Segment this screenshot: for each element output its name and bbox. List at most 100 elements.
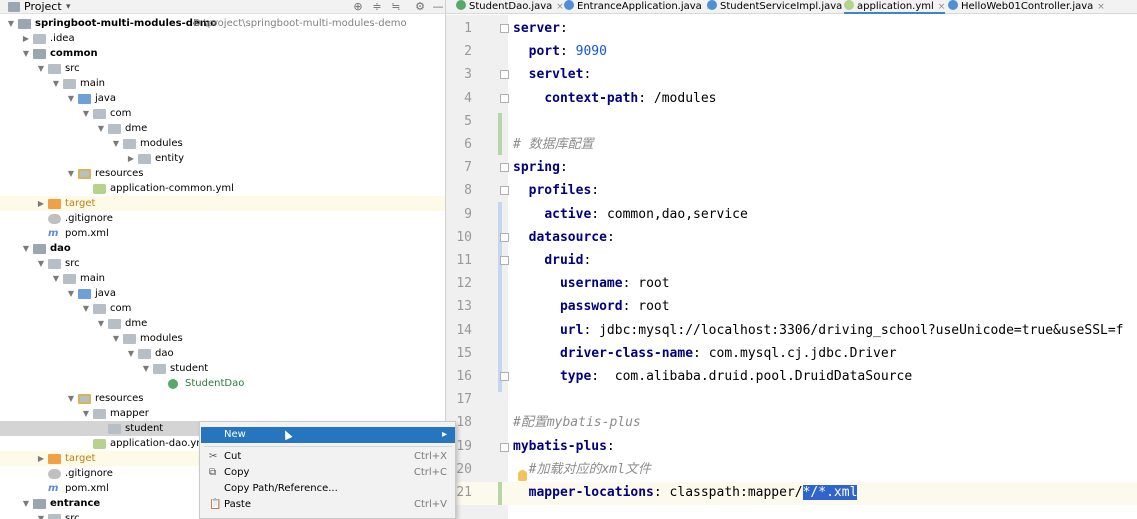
fold-marker-icon[interactable] xyxy=(500,163,509,172)
menu-item-copy-path[interactable]: Copy Path/Reference... xyxy=(201,481,455,497)
code-line[interactable]: # 数据库配置 xyxy=(513,133,594,156)
tree-row[interactable]: ▶ entity xyxy=(0,151,445,166)
code-line[interactable]: url: jdbc:mysql://localhost:3306/driving… xyxy=(513,319,1124,342)
code-line[interactable]: password: root xyxy=(513,295,670,318)
fold-marker-icon[interactable] xyxy=(500,256,509,265)
chevron-down-icon[interactable]: ▼ xyxy=(51,76,61,91)
lightbulb-icon[interactable] xyxy=(518,470,527,481)
code-line[interactable]: driver-class-name: com.mysql.cj.jdbc.Dri… xyxy=(513,342,897,365)
code-line[interactable]: mybatis-plus: xyxy=(513,435,615,458)
tree-row[interactable]: ▼ java xyxy=(0,91,445,106)
code-line[interactable]: #配置mybatis-plus xyxy=(513,411,641,434)
locate-icon[interactable]: ⊕ xyxy=(351,0,365,14)
close-icon[interactable]: × xyxy=(938,2,946,12)
tree-row[interactable]: ▼ mapper xyxy=(0,406,445,421)
close-icon[interactable]: × xyxy=(556,2,564,12)
tree-row[interactable]: ▼ dao xyxy=(0,346,445,361)
chevron-down-icon[interactable]: ▼ xyxy=(21,46,31,61)
expand-all-icon[interactable]: ≑ xyxy=(370,0,384,14)
vcs-change-marker[interactable] xyxy=(498,113,502,155)
chevron-right-icon[interactable]: ▶ xyxy=(36,196,46,211)
code-line[interactable]: server: xyxy=(513,17,568,40)
vcs-change-marker[interactable] xyxy=(498,202,502,392)
tree-row[interactable]: StudentDao xyxy=(0,376,445,391)
code-line[interactable]: active: common,dao,service xyxy=(513,203,748,226)
tree-row[interactable]: ▼ src xyxy=(0,61,445,76)
editor-tab[interactable]: application.yml × xyxy=(844,0,946,14)
code-line[interactable]: servlet: xyxy=(513,63,592,86)
fold-marker-icon[interactable] xyxy=(500,186,509,195)
project-panel-title[interactable]: Project xyxy=(24,0,62,14)
tree-row[interactable]: ▼ modules xyxy=(0,331,445,346)
chevron-right-icon[interactable]: ▶ xyxy=(21,31,31,46)
tree-row[interactable]: ▼ resources xyxy=(0,166,445,181)
tree-row[interactable]: .gitignore xyxy=(0,211,445,226)
hide-icon[interactable]: — xyxy=(431,0,445,14)
chevron-down-icon[interactable]: ▼ xyxy=(36,511,46,519)
chevron-down-icon[interactable]: ▼ xyxy=(111,136,121,151)
chevron-down-icon[interactable]: ▼ xyxy=(81,406,91,421)
menu-item-copy[interactable]: ⧉ Copy Ctrl+C xyxy=(201,465,455,481)
code-line[interactable]: spring: xyxy=(513,156,568,179)
tree-row[interactable]: ▼ com xyxy=(0,301,445,316)
chevron-down-icon[interactable]: ▼ xyxy=(66,91,76,106)
collapse-all-icon[interactable]: ≒ xyxy=(389,0,403,14)
chevron-right-icon[interactable]: ▶ xyxy=(36,451,46,466)
menu-item-cut[interactable]: ✂ Cut Ctrl+X xyxy=(201,449,455,465)
editor-tab[interactable]: HelloWeb01Controller.java × xyxy=(948,0,1105,14)
menu-item-paste[interactable]: 📋 Paste Ctrl+V xyxy=(201,497,455,513)
tree-row[interactable]: ▶ target xyxy=(0,196,445,211)
tree-row[interactable]: ▼ dao xyxy=(0,241,445,256)
tree-row[interactable]: ▼ dme xyxy=(0,316,445,331)
chevron-right-icon[interactable]: ▶ xyxy=(126,151,136,166)
tree-row[interactable]: application-common.yml xyxy=(0,181,445,196)
code-line[interactable]: context-path: /modules xyxy=(513,87,716,110)
fold-marker-icon[interactable] xyxy=(500,372,509,381)
tree-row[interactable]: ▶ .idea xyxy=(0,31,445,46)
tree-row[interactable]: ▼ java xyxy=(0,286,445,301)
chevron-down-icon[interactable]: ▼ xyxy=(21,496,31,511)
gear-icon[interactable]: ⚙ xyxy=(413,0,427,14)
chevron-down-icon[interactable]: ▼ xyxy=(51,271,61,286)
chevron-down-icon[interactable]: ▼ xyxy=(126,346,136,361)
code-line[interactable]: #加载对应的xml文件 xyxy=(513,458,651,481)
tree-row[interactable]: ▼ dme xyxy=(0,121,445,136)
fold-marker-icon[interactable] xyxy=(500,233,509,242)
chevron-down-icon[interactable]: ▼ xyxy=(36,256,46,271)
chevron-down-icon[interactable]: ▼ xyxy=(96,121,106,136)
tree-row[interactable]: ▼ src xyxy=(0,256,445,271)
fold-marker-icon[interactable] xyxy=(500,24,509,33)
code-line[interactable]: port: 9090 xyxy=(513,40,607,63)
code-line[interactable]: datasource: xyxy=(513,226,615,249)
tree-row[interactable]: ▼ resources xyxy=(0,391,445,406)
tree-row[interactable]: ▼ main xyxy=(0,76,445,91)
tree-row[interactable]: ▼ springboot-multi-modules-demo D:\project… xyxy=(0,16,445,31)
chevron-down-icon[interactable]: ▼ xyxy=(66,166,76,181)
chevron-down-icon[interactable]: ▼ xyxy=(81,106,91,121)
editor-tab[interactable]: EntranceApplication.java× xyxy=(564,0,713,14)
chevron-down-icon[interactable]: ▼ xyxy=(141,361,151,376)
tree-row[interactable]: ▼ common xyxy=(0,46,445,61)
fold-marker-icon[interactable] xyxy=(500,70,509,79)
chevron-down-icon[interactable]: ▼ xyxy=(96,316,106,331)
chevron-down-icon[interactable]: ▼ xyxy=(66,391,76,406)
tree-row[interactable]: ▼ student xyxy=(0,361,445,376)
fold-marker-icon[interactable] xyxy=(500,443,509,452)
tree-row[interactable]: ▼ modules xyxy=(0,136,445,151)
chevron-down-icon[interactable]: ▼ xyxy=(36,61,46,76)
code-line[interactable]: mapper-locations: classpath:mapper/*/*.x… xyxy=(513,481,858,504)
chevron-down-icon[interactable]: ▼ xyxy=(66,286,76,301)
chevron-down-icon[interactable]: ▼ xyxy=(6,16,16,31)
vcs-change-marker[interactable] xyxy=(498,482,502,505)
code-line[interactable]: username: root xyxy=(513,272,670,295)
code-line[interactable]: druid: xyxy=(513,249,591,272)
tree-row[interactable]: ▼ main xyxy=(0,271,445,286)
editor-tab[interactable]: StudentDao.java × xyxy=(456,0,564,14)
tree-row[interactable]: ▼ com xyxy=(0,106,445,121)
chevron-down-icon[interactable]: ▼ xyxy=(81,301,91,316)
chevron-down-icon[interactable]: ▼ xyxy=(21,241,31,256)
chevron-down-icon[interactable]: ▼ xyxy=(111,331,121,346)
menu-item-new[interactable]: New ▸ xyxy=(201,427,455,443)
fold-marker-icon[interactable] xyxy=(500,94,509,103)
chevron-down-icon[interactable]: ▾ xyxy=(66,0,71,14)
